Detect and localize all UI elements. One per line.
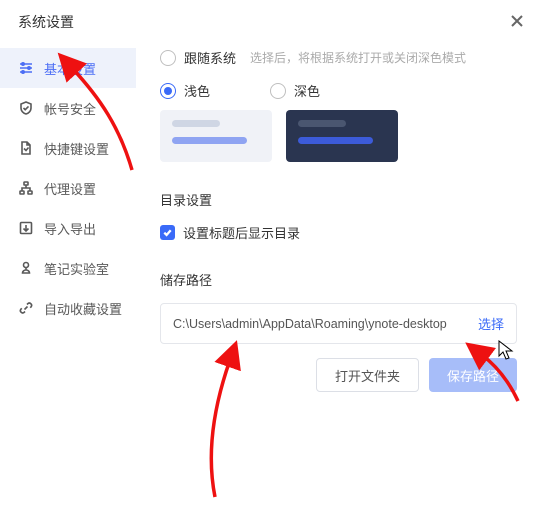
storage-path-field: 选择 xyxy=(160,303,517,344)
radio-icon xyxy=(160,83,176,99)
radio-label: 浅色 xyxy=(184,81,210,100)
sidebar-item-import-export[interactable]: 导入导出 xyxy=(0,208,136,248)
settings-icon xyxy=(18,60,34,76)
theme-preview-light[interactable] xyxy=(160,110,272,162)
checkbox-show-toc[interactable]: 设置标题后显示目录 xyxy=(160,223,517,242)
sidebar-item-auto-collect[interactable]: 自动收藏设置 xyxy=(0,288,136,328)
shield-icon xyxy=(18,100,34,116)
checkbox-icon xyxy=(160,225,175,240)
sidebar-item-label: 基本设置 xyxy=(44,59,96,78)
sidebar-item-label: 笔记实验室 xyxy=(44,259,109,278)
radio-follow-system[interactable]: 跟随系统 xyxy=(160,48,236,67)
radio-icon xyxy=(160,50,176,66)
sidebar-item-label: 导入导出 xyxy=(44,219,96,238)
sidebar-item-label: 自动收藏设置 xyxy=(44,299,122,318)
radio-label: 深色 xyxy=(294,81,320,100)
proxy-icon xyxy=(18,180,34,196)
keyboard-icon xyxy=(18,140,34,156)
sidebar-item-lab[interactable]: 笔记实验室 xyxy=(0,248,136,288)
sidebar: 基本设置 帐号安全 快捷键设置 代理设置 导入导出 xyxy=(0,42,136,515)
sidebar-item-label: 帐号安全 xyxy=(44,99,96,118)
close-button[interactable] xyxy=(507,12,527,32)
storage-path-input[interactable] xyxy=(173,317,470,331)
preview-bar xyxy=(172,120,220,127)
content-panel: 跟随系统 选择后，将根据系统打开或关闭深色模式 浅色 深色 xyxy=(136,42,543,515)
sidebar-item-proxy[interactable]: 代理设置 xyxy=(0,168,136,208)
preview-bar xyxy=(298,137,373,144)
radio-dark[interactable]: 深色 xyxy=(270,81,320,100)
sidebar-item-basic[interactable]: 基本设置 xyxy=(0,48,136,88)
radio-light[interactable]: 浅色 xyxy=(160,81,210,100)
preview-bar xyxy=(172,137,247,144)
sidebar-item-security[interactable]: 帐号安全 xyxy=(0,88,136,128)
close-icon xyxy=(510,14,524,31)
import-export-icon xyxy=(18,220,34,236)
sidebar-item-label: 快捷键设置 xyxy=(44,139,109,158)
section-title-directory: 目录设置 xyxy=(160,190,517,209)
checkbox-label: 设置标题后显示目录 xyxy=(183,223,300,242)
link-icon xyxy=(18,300,34,316)
follow-system-hint: 选择后，将根据系统打开或关闭深色模式 xyxy=(250,49,466,66)
radio-label: 跟随系统 xyxy=(184,48,236,67)
sidebar-item-shortcuts[interactable]: 快捷键设置 xyxy=(0,128,136,168)
save-path-button[interactable]: 保存路径 xyxy=(429,358,517,392)
select-path-link[interactable]: 选择 xyxy=(478,314,504,333)
lab-icon xyxy=(18,260,34,276)
section-title-storage: 储存路径 xyxy=(160,270,517,289)
preview-bar xyxy=(298,120,346,127)
radio-icon xyxy=(270,83,286,99)
theme-preview-dark[interactable] xyxy=(286,110,398,162)
open-folder-button[interactable]: 打开文件夹 xyxy=(316,358,419,392)
sidebar-item-label: 代理设置 xyxy=(44,179,96,198)
dialog-title: 系统设置 xyxy=(18,12,74,32)
